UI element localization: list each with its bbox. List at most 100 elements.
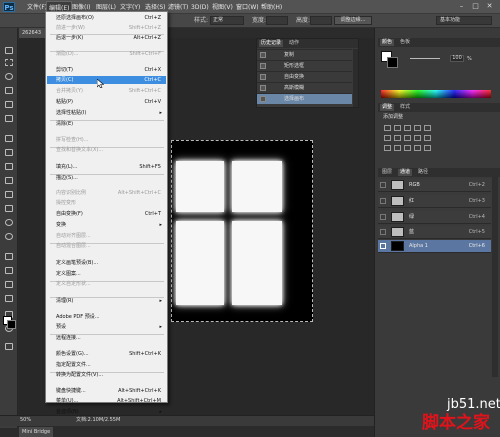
edit-menu-item[interactable]: 拷贝(C) Ctrl+C [47,76,166,84]
brightness-adjust-icon[interactable] [384,125,391,131]
edit-menu-item[interactable]: 清除(E) [47,120,166,128]
path-select-tool-icon[interactable] [3,280,15,290]
tab-adjustments[interactable]: 调整 [380,104,395,111]
gradient-map-adjust-icon[interactable] [414,145,421,151]
mini-bridge-tab[interactable]: Mini Bridge [19,427,53,437]
edit-menu-item[interactable]: 后退一步(K) Alt+Ctrl+Z [47,34,166,42]
hue-saturation-adjust-icon[interactable] [384,135,391,141]
tab-layers[interactable]: 图层 [380,169,394,176]
selective-color-adjust-icon[interactable] [424,145,431,151]
edit-menu-item[interactable]: 内容识别比例 Alt+Shift+Ctrl+C [47,189,166,197]
eyedropper-tool-icon[interactable] [3,114,15,124]
edit-menu-item[interactable]: 操控变形 [47,199,166,207]
style-select[interactable]: 正常 [210,16,244,25]
close-button[interactable]: ✕ [484,1,495,12]
invert-adjust-icon[interactable] [384,145,391,151]
edit-menu-item[interactable]: 粘贴(P) Ctrl+V [47,98,166,106]
height-field[interactable] [310,16,332,25]
type-tool-icon[interactable] [3,266,15,276]
healing-brush-tool-icon[interactable] [3,134,15,144]
edit-menu-item[interactable]: 合并拷贝(Y) Shift+Ctrl+C [47,87,166,95]
edit-menu-item[interactable]: 键盘快捷键... Alt+Shift+Ctrl+K [47,387,166,395]
edit-menu-item[interactable]: 还原选择画布(O) Ctrl+Z [47,14,166,22]
visibility-eye-icon[interactable] [380,198,386,204]
edit-menu-item[interactable]: 剪切(T) Ctrl+X [47,66,166,74]
history-item-selected[interactable]: 选择画布 [257,93,352,104]
history-item[interactable]: 高斯模糊 [257,82,352,93]
history-item[interactable]: 复制 [257,49,352,60]
edit-menu-item[interactable]: 指定配置文件... [47,361,166,369]
visibility-eye-icon[interactable] [380,243,386,249]
tab-actions[interactable]: 动作 [287,40,301,47]
edit-menu-item[interactable]: 拼写检查(H)... [47,136,166,144]
posterize-adjust-icon[interactable] [394,145,401,151]
maximize-button[interactable]: □ [470,1,481,12]
brush-tool-icon[interactable] [3,148,15,158]
edit-menu-item[interactable]: 自动混合图层... [47,242,166,250]
edit-menu-item[interactable]: 查找和替换文本(X)... [47,146,166,154]
minimize-button[interactable]: – [456,1,467,12]
edit-menu-item[interactable]: 定义画笔预设(B)... [47,259,166,267]
shape-tool-icon[interactable] [3,294,15,304]
clone-stamp-tool-icon[interactable] [3,162,15,172]
channel-mixer-adjust-icon[interactable] [424,135,431,141]
edit-menu-item[interactable]: 变换 ▸ [47,221,166,229]
eraser-tool-icon[interactable] [3,190,15,200]
history-item[interactable]: 矩形选框 [257,60,352,71]
menu-view[interactable]: 视图(V) [210,3,235,12]
tab-history[interactable]: 历史记录 [259,40,284,47]
edit-menu-item[interactable]: 转换为配置文件(V)... [47,371,166,379]
history-brush-tool-icon[interactable] [3,176,15,186]
move-tool-icon[interactable] [3,46,15,56]
menu-help[interactable]: 帮助(H) [259,3,284,12]
zoom-level[interactable]: 50% [20,417,31,424]
color-slider[interactable] [410,58,440,59]
channel-row-rgb[interactable]: RGB Ctrl+2 [378,179,491,192]
dodge-tool-icon[interactable] [3,232,15,242]
color-panel-background-swatch[interactable] [387,57,398,68]
edit-menu-item[interactable]: 远程连接... [47,334,166,342]
document-canvas[interactable] [171,140,313,322]
edit-menu-item[interactable]: 自动对齐图层... [47,232,166,240]
history-scrollbar[interactable] [353,49,358,107]
menu-filter[interactable]: 滤镜(T) [166,3,190,12]
edit-menu-item[interactable]: Adobe PDF 预设... [47,313,166,321]
workspace-select[interactable]: 基本功能 [436,16,492,25]
tab-color[interactable]: 颜色 [380,39,395,46]
channel-row-green[interactable]: 绿 Ctrl+4 [378,211,491,224]
edit-menu-item[interactable]: 菜单(U)... Alt+Shift+Ctrl+M [47,397,166,405]
color-slider-value[interactable]: 100 [450,55,464,62]
channel-row-alpha[interactable]: Alpha 1 Ctrl+6 [378,240,491,253]
photo-filter-adjust-icon[interactable] [414,135,421,141]
channel-row-red[interactable]: 红 Ctrl+3 [378,195,491,208]
edit-menu-item[interactable]: 自由变换(F) Ctrl+T [47,210,166,218]
visibility-eye-icon[interactable] [380,182,386,188]
edit-menu-item[interactable]: 定义自定形状... [47,280,166,288]
edit-menu-item[interactable]: 清理(R) ▸ [47,297,166,305]
channels-scrollbar[interactable] [492,177,498,377]
black-white-adjust-icon[interactable] [404,135,411,141]
quick-mask-icon[interactable] [3,342,15,352]
edit-menu-item[interactable]: 选择性粘贴(I) ▸ [47,109,166,117]
threshold-adjust-icon[interactable] [404,145,411,151]
edit-menu-item[interactable]: 渐隐(D)... Shift+Ctrl+F [47,50,166,58]
edit-menu-item[interactable]: 描边(S)... [47,174,166,182]
tab-paths[interactable]: 路径 [416,169,430,176]
edit-menu-item[interactable]: 前进一步(W) Shift+Ctrl+Z [47,24,166,32]
tab-channels[interactable]: 通道 [398,169,413,176]
blur-tool-icon[interactable] [3,218,15,228]
color-balance-adjust-icon[interactable] [394,135,401,141]
refine-edge-button[interactable]: 调整边缘... [334,16,372,25]
pen-tool-icon[interactable] [3,252,15,262]
levels-adjust-icon[interactable] [394,125,401,131]
lasso-tool-icon[interactable] [3,72,15,82]
gradient-tool-icon[interactable] [3,204,15,214]
history-item[interactable]: 自由变换 [257,71,352,82]
menu-3d[interactable]: 3D(D) [189,3,211,12]
visibility-eye-icon[interactable] [380,229,386,235]
width-field[interactable] [266,16,288,25]
edit-menu-item[interactable]: 颜色设置(G)... Shift+Ctrl+K [47,350,166,358]
menu-window[interactable]: 窗口(W) [234,3,261,12]
marquee-tool-icon[interactable] [3,58,15,68]
edit-menu-item[interactable]: 填充(L)... Shift+F5 [47,163,166,171]
